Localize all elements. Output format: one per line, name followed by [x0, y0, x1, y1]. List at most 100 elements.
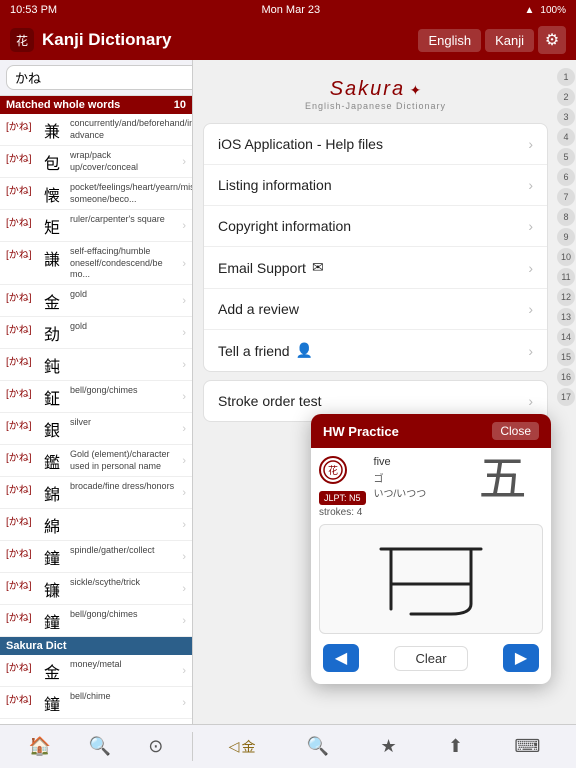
keyboard-toolbar-button[interactable]: ⌨: [510, 732, 544, 761]
stroke-order-label: Stroke order test: [218, 393, 322, 409]
add-review-label: Add a review: [218, 301, 299, 317]
matched-section-header: Matched whole words 10: [0, 96, 192, 114]
battery-status: 100%: [540, 5, 566, 16]
num-1[interactable]: 1: [557, 68, 575, 86]
sakura-header: Sakura ✦ English-Japanese Dictionary: [203, 70, 548, 115]
num-2[interactable]: 2: [557, 88, 575, 106]
chevron-right-icon: ›: [528, 343, 533, 359]
list-item[interactable]: [かね] 謙 self-effacing/humble oneself/cond…: [0, 242, 192, 285]
tell-friend-label: Tell a friend 👤: [218, 342, 313, 359]
num-7[interactable]: 7: [557, 188, 575, 206]
word-list-scroll[interactable]: Matched whole words 10 [かね] 兼 concurrent…: [0, 96, 192, 724]
matched-count: 10: [174, 99, 186, 111]
search-toolbar-button[interactable]: 🔍: [84, 732, 114, 761]
hw-clear-button[interactable]: Clear: [394, 646, 467, 671]
num-6[interactable]: 6: [557, 168, 575, 186]
list-item[interactable]: [かね] 懐 pocket/feelings/heart/yearn/miss …: [0, 178, 192, 210]
sakura-title: Sakura: [330, 78, 405, 100]
copyright-menu-item[interactable]: Copyright information ›: [204, 206, 547, 247]
num-10[interactable]: 10: [557, 248, 575, 266]
list-item[interactable]: [かね] 金 money/metal ›: [0, 655, 192, 687]
hw-practice-title: HW Practice: [323, 424, 399, 439]
num-16[interactable]: 16: [557, 368, 575, 386]
list-item[interactable]: [かね] 包 wrap/pack up/cover/conceal ›: [0, 146, 192, 178]
list-item[interactable]: [かね] 劲 gold ›: [0, 317, 192, 349]
list-item[interactable]: [かね] 矩 ruler/carpenter's square ›: [0, 210, 192, 242]
list-item[interactable]: [かね] 鐘 bell/gong/chimes ›: [0, 605, 192, 637]
listing-info-menu-item[interactable]: Listing information ›: [204, 165, 547, 206]
share-toolbar-button[interactable]: ⬆: [444, 732, 467, 761]
kanji-gold-button[interactable]: ◁ 金: [225, 733, 260, 761]
num-8[interactable]: 8: [557, 208, 575, 226]
num-3[interactable]: 3: [557, 108, 575, 126]
list-item[interactable]: [かね] 镰 sickle/scythe/trick ›: [0, 573, 192, 605]
hw-canvas-area[interactable]: [319, 524, 543, 634]
copyright-label: Copyright information: [218, 218, 351, 234]
chevron-right-icon: ›: [528, 136, 533, 152]
title-bar: 花 Kanji Dictionary English Kanji ⚙: [0, 20, 576, 60]
settings-button[interactable]: ⚙: [538, 26, 566, 54]
app-title: Kanji Dictionary: [42, 30, 418, 50]
camera-toolbar-button[interactable]: ⊙: [144, 732, 167, 761]
chevron-right-icon: ›: [528, 260, 533, 276]
home-toolbar-button[interactable]: 🏠: [25, 732, 55, 761]
keyboard-icon: ⌨: [514, 736, 540, 756]
sakura-logo-icon: 花: [319, 456, 347, 484]
ios-help-menu-item[interactable]: iOS Application - Help files ›: [204, 124, 547, 165]
num-12[interactable]: 12: [557, 288, 575, 306]
hw-practice-popup: HW Practice Close 花 JLPT: N5: [311, 414, 551, 684]
search2-toolbar-button[interactable]: 🔍: [303, 732, 333, 761]
num-4[interactable]: 4: [557, 128, 575, 146]
hw-practice-header: HW Practice Close: [311, 414, 551, 448]
list-item[interactable]: [かね] 金 gold ›: [0, 285, 192, 317]
list-item[interactable]: [かね] 鑑 Gold (element)/character used in …: [0, 445, 192, 477]
star-toolbar-button[interactable]: ★: [376, 732, 400, 761]
chevron-right-icon: ›: [528, 393, 533, 409]
kanji-gold-label: 金: [241, 737, 255, 757]
svg-text:花: 花: [328, 464, 338, 477]
hw-next-button[interactable]: ▶: [503, 644, 539, 672]
num-14[interactable]: 14: [557, 328, 575, 346]
num-5[interactable]: 5: [557, 148, 575, 166]
hw-prev-button[interactable]: ◀: [323, 644, 359, 672]
stroke-count: strokes: 4: [319, 507, 366, 518]
hw-close-button[interactable]: Close: [492, 422, 539, 440]
tell-friend-menu-item[interactable]: Tell a friend 👤 ›: [204, 330, 547, 371]
hw-on-reading: ゴ: [374, 470, 455, 485]
add-review-menu-item[interactable]: Add a review ›: [204, 289, 547, 330]
list-item[interactable]: [かね] 鈍 ›: [0, 349, 192, 381]
english-button[interactable]: English: [418, 29, 481, 52]
sakura-dict-section-header: Sakura Dict: [0, 637, 192, 655]
listing-info-label: Listing information: [218, 177, 332, 193]
bottom-toolbar: 🏠 🔍 ⊙ ◁ 金 🔍 ★ ⬆ ⌨: [0, 724, 576, 768]
hw-left-info: 花 JLPT: N5 strokes: 4: [319, 456, 366, 518]
hw-info-row: 花 JLPT: N5 strokes: 4 five ゴ いつ/いつつ 五: [319, 456, 543, 518]
home-icon: 🏠: [29, 736, 51, 756]
menu-section: iOS Application - Help files › Listing i…: [203, 123, 548, 372]
hw-meaning-text: five: [374, 456, 455, 468]
hw-footer: ◀ Clear ▶: [319, 640, 543, 676]
chevron-right-icon: ›: [528, 177, 533, 193]
list-item[interactable]: [かね] 錦 brocade/fine dress/honors ›: [0, 477, 192, 509]
list-item[interactable]: [かね] 綿 ›: [0, 509, 192, 541]
sakura-dict-label: Sakura Dict: [6, 640, 67, 652]
num-11[interactable]: 11: [557, 268, 575, 286]
num-9[interactable]: 9: [557, 228, 575, 246]
email-support-menu-item[interactable]: Email Support ✉ ›: [204, 247, 547, 289]
sakura-star-icon: ✦: [410, 82, 422, 98]
kanji-button[interactable]: Kanji: [485, 29, 534, 52]
list-item[interactable]: [かね] 兼 concurrently/and/beforehand/in ad…: [0, 114, 192, 146]
hw-meaning-section: five ゴ いつ/いつつ: [374, 456, 455, 500]
search-input[interactable]: [6, 65, 193, 90]
hw-kun-reading: いつ/いつつ: [374, 485, 455, 500]
num-15[interactable]: 15: [557, 348, 575, 366]
list-item[interactable]: [かね] 鉦 bell/gong/chimes ›: [0, 381, 192, 413]
num-17[interactable]: 17: [557, 388, 575, 406]
list-item[interactable]: [かね] 鐘 bell/chime ›: [0, 687, 192, 719]
num-13[interactable]: 13: [557, 308, 575, 326]
ios-help-label: iOS Application - Help files: [218, 136, 383, 152]
search-icon: 🔍: [88, 736, 110, 756]
chevron-right-icon: ›: [528, 301, 533, 317]
list-item[interactable]: [かね] 銀 silver ›: [0, 413, 192, 445]
list-item[interactable]: [かね] 鐘 spindle/gather/collect ›: [0, 541, 192, 573]
